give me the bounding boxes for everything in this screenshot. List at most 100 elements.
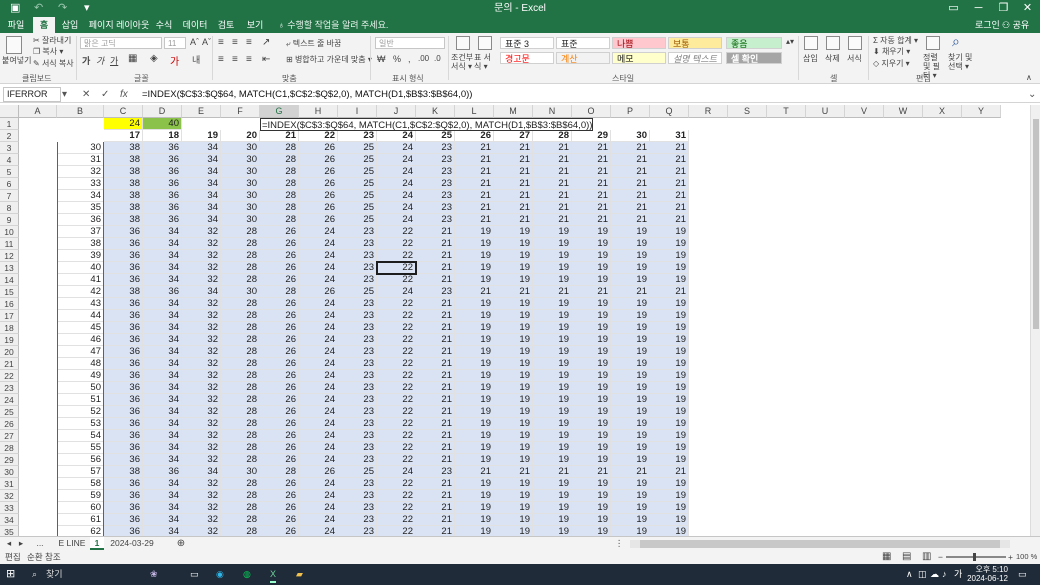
cell-g20[interactable]: 26 (260, 346, 299, 358)
tab-file[interactable]: 파일 (2, 17, 30, 33)
taskbar-clock[interactable]: 오후 5:10 2024-06-12 (964, 565, 1008, 583)
tab-page-layout[interactable]: 페이지 레이아웃 (85, 17, 153, 33)
cell-q4[interactable]: 21 (650, 154, 689, 166)
cell-l12[interactable]: 19 (455, 250, 494, 262)
cell-i30[interactable]: 25 (338, 466, 377, 478)
style-good[interactable]: 좋음 (726, 37, 782, 49)
cell-h29[interactable]: 24 (299, 454, 338, 466)
cell-f7[interactable]: 30 (221, 190, 260, 202)
cell-f17[interactable]: 28 (221, 310, 260, 322)
column-header-e[interactable]: E (182, 105, 221, 118)
cell-f19[interactable]: 28 (221, 334, 260, 346)
cell-j34[interactable]: 22 (377, 514, 416, 526)
cell-e17[interactable]: 32 (182, 310, 221, 322)
cell-l15[interactable]: 21 (455, 286, 494, 298)
cell-p6[interactable]: 21 (611, 178, 650, 190)
cell-o7[interactable]: 21 (572, 190, 611, 202)
style-neutral[interactable]: 보통 (668, 37, 722, 49)
cell-p24[interactable]: 19 (611, 394, 650, 406)
cell-n14[interactable]: 19 (533, 274, 572, 286)
cell-d21[interactable]: 34 (143, 358, 182, 370)
cell-c28[interactable]: 36 (104, 442, 143, 454)
cell-o29[interactable]: 19 (572, 454, 611, 466)
cell-n3[interactable]: 21 (533, 142, 572, 154)
cell-h8[interactable]: 26 (299, 202, 338, 214)
cell-g13[interactable]: 26 (260, 262, 299, 274)
cell-n13[interactable]: 19 (533, 262, 572, 274)
cell-i16[interactable]: 23 (338, 298, 377, 310)
italic-icon[interactable]: 가 (96, 54, 104, 67)
volume-icon[interactable]: ♪ (942, 566, 947, 583)
column-header-m[interactable]: M (494, 105, 533, 118)
cell-j33[interactable]: 22 (377, 502, 416, 514)
cell-k3[interactable]: 23 (416, 142, 455, 154)
align-top-icon[interactable]: ≡ (218, 37, 224, 48)
cell-f20[interactable]: 28 (221, 346, 260, 358)
cell-q23[interactable]: 19 (650, 382, 689, 394)
row-header-2[interactable]: 2 (0, 130, 19, 142)
tab-data[interactable]: 데이터 (180, 17, 210, 33)
share-button[interactable]: ⚇ 공유 (1002, 17, 1029, 33)
cell-c10[interactable]: 36 (104, 226, 143, 238)
cell-f34[interactable]: 28 (221, 514, 260, 526)
cell-j18[interactable]: 22 (377, 322, 416, 334)
cell-k25[interactable]: 21 (416, 406, 455, 418)
cell-n28[interactable]: 19 (533, 442, 572, 454)
cell-c2[interactable]: 17 (104, 130, 143, 142)
cell-o30[interactable]: 21 (572, 466, 611, 478)
tab-home[interactable]: 홈 (33, 17, 55, 33)
cell-i32[interactable]: 23 (338, 490, 377, 502)
cell-i8[interactable]: 25 (338, 202, 377, 214)
row-header-33[interactable]: 33 (0, 502, 19, 514)
cell-f14[interactable]: 28 (221, 274, 260, 286)
cell-e3[interactable]: 34 (182, 142, 221, 154)
cell-j26[interactable]: 22 (377, 418, 416, 430)
cell-o13[interactable]: 19 (572, 262, 611, 274)
cell-o15[interactable]: 21 (572, 286, 611, 298)
cell-n27[interactable]: 19 (533, 430, 572, 442)
cell-g7[interactable]: 28 (260, 190, 299, 202)
cell-p29[interactable]: 19 (611, 454, 650, 466)
cell-f26[interactable]: 28 (221, 418, 260, 430)
cell-i15[interactable]: 25 (338, 286, 377, 298)
cell-c13[interactable]: 36 (104, 262, 143, 274)
cell-p33[interactable]: 19 (611, 502, 650, 514)
cell-j9[interactable]: 24 (377, 214, 416, 226)
cell-k31[interactable]: 21 (416, 478, 455, 490)
zoom-out-icon[interactable]: − (938, 550, 943, 564)
cell-b6[interactable]: 33 (57, 178, 104, 190)
cell-g35[interactable]: 26 (260, 526, 299, 536)
cell-q32[interactable]: 19 (650, 490, 689, 502)
cell-g25[interactable]: 26 (260, 406, 299, 418)
zoom-level[interactable]: 100 % (1016, 550, 1037, 564)
cell-k34[interactable]: 21 (416, 514, 455, 526)
cell-m13[interactable]: 19 (494, 262, 533, 274)
cell-g18[interactable]: 26 (260, 322, 299, 334)
cell-p27[interactable]: 19 (611, 430, 650, 442)
cell-b24[interactable]: 51 (57, 394, 104, 406)
cell-h27[interactable]: 24 (299, 430, 338, 442)
cell-j12[interactable]: 22 (377, 250, 416, 262)
cell-b22[interactable]: 49 (57, 370, 104, 382)
cell-k15[interactable]: 23 (416, 286, 455, 298)
cell-h7[interactable]: 26 (299, 190, 338, 202)
cell-f11[interactable]: 28 (221, 238, 260, 250)
row-header-14[interactable]: 14 (0, 274, 19, 286)
cell-e6[interactable]: 34 (182, 178, 221, 190)
cell-q19[interactable]: 19 (650, 334, 689, 346)
cell-l18[interactable]: 19 (455, 322, 494, 334)
cell-g17[interactable]: 26 (260, 310, 299, 322)
cell-b28[interactable]: 55 (57, 442, 104, 454)
cell-f24[interactable]: 28 (221, 394, 260, 406)
cell-h24[interactable]: 24 (299, 394, 338, 406)
cell-q24[interactable]: 19 (650, 394, 689, 406)
cell-i29[interactable]: 23 (338, 454, 377, 466)
column-header-j[interactable]: J (377, 105, 416, 118)
cell-c7[interactable]: 38 (104, 190, 143, 202)
cell-q2[interactable]: 31 (650, 130, 689, 142)
cell-e2[interactable]: 19 (182, 130, 221, 142)
cell-k10[interactable]: 21 (416, 226, 455, 238)
cell-o21[interactable]: 19 (572, 358, 611, 370)
cell-g32[interactable]: 26 (260, 490, 299, 502)
cell-o34[interactable]: 19 (572, 514, 611, 526)
